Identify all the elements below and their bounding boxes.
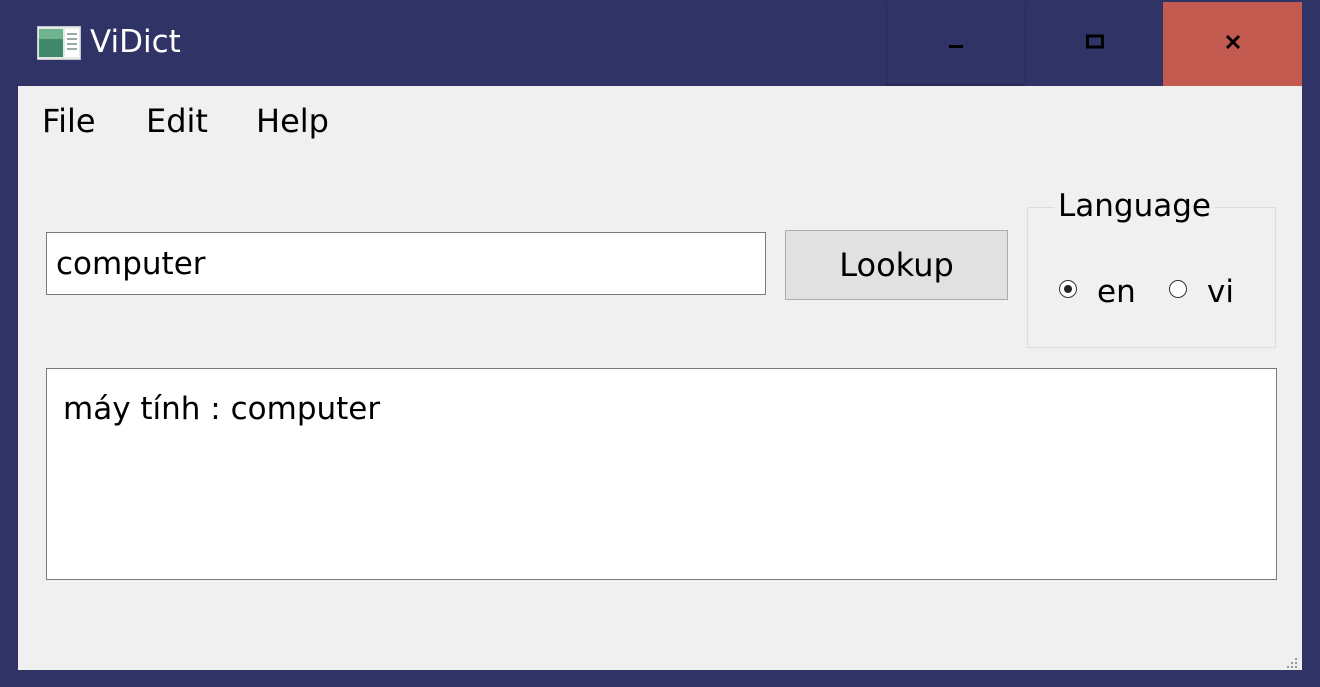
resize-grip-icon[interactable] <box>1286 654 1298 668</box>
menu-file[interactable]: File <box>42 102 96 140</box>
window-title: ViDict <box>90 24 181 60</box>
menu-help[interactable]: Help <box>256 102 329 140</box>
result-textarea[interactable]: máy tính : computer <box>46 368 1277 580</box>
close-button[interactable] <box>1163 2 1302 86</box>
lookup-button-label: Lookup <box>839 246 954 284</box>
app-window: ViDict File Edit Help computer Lookup La… <box>2 2 1318 685</box>
radio-en[interactable] <box>1059 280 1077 298</box>
title-bar[interactable]: ViDict <box>2 2 1318 86</box>
client-area: File Edit Help Lookup Language en vi máy… <box>18 86 1302 670</box>
minimize-button[interactable] <box>886 2 1024 86</box>
search-input[interactable] <box>46 232 766 295</box>
language-group: Language en vi <box>1027 188 1276 348</box>
minimize-icon <box>948 33 964 53</box>
language-group-title: Language <box>1054 188 1215 224</box>
maximize-button[interactable] <box>1025 2 1163 86</box>
close-icon <box>1225 34 1241 54</box>
dictionary-app-icon <box>36 25 82 61</box>
menu-bar: File Edit Help <box>18 86 1302 156</box>
radio-vi-label[interactable]: vi <box>1207 274 1234 310</box>
maximize-icon <box>1085 34 1104 54</box>
lookup-button[interactable]: Lookup <box>785 230 1008 300</box>
radio-en-label[interactable]: en <box>1097 274 1136 310</box>
menu-edit[interactable]: Edit <box>146 102 208 140</box>
result-text: máy tính : computer <box>63 391 381 427</box>
radio-vi[interactable] <box>1169 280 1187 298</box>
